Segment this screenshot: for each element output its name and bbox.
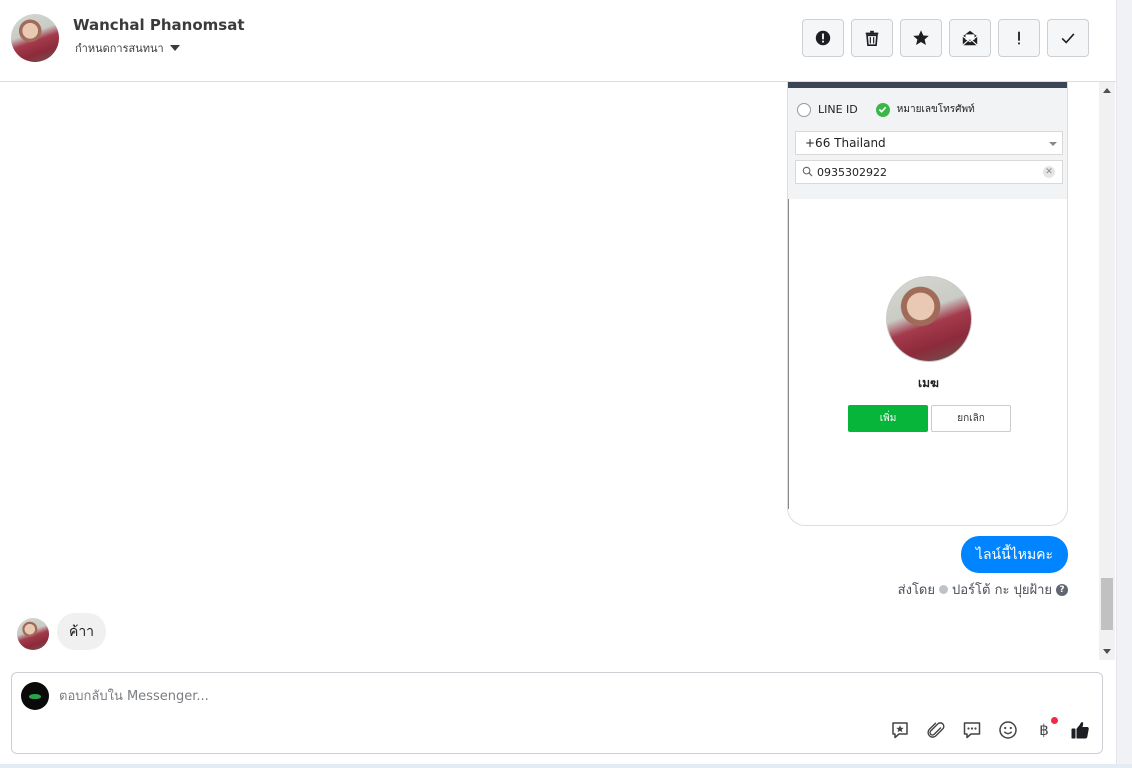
conversation-panel: Wanchal Phanomsat กำหนดการสนทนา LINE ID … <box>0 0 1116 768</box>
found-profile-avatar <box>886 276 972 362</box>
country-select: +66 Thailand <box>795 131 1063 155</box>
chat-bubble-dots-icon <box>963 722 981 739</box>
clear-icon: ✕ <box>1043 166 1055 178</box>
check-icon <box>1061 33 1075 44</box>
contact-avatar[interactable] <box>11 14 59 62</box>
phone-search-field: 0935302922 ✕ <box>795 160 1063 184</box>
sent-by-prefix: ส่งโดย <box>897 583 935 598</box>
window-bottom-edge <box>0 764 1132 768</box>
messenger-inbox: Wanchal Phanomsat กำหนดการสนทนา LINE ID … <box>0 0 1132 768</box>
saved-replies-button[interactable] <box>889 719 911 741</box>
follow-up-button[interactable] <box>998 19 1040 57</box>
line-add-friend-form: LINE ID หมายเลขโทรศัพท์ +66 Thailand 093… <box>788 82 1067 199</box>
scroll-up-arrow-icon[interactable] <box>1103 88 1111 93</box>
country-value: +66 Thailand <box>805 136 886 150</box>
reply-input[interactable] <box>59 686 859 706</box>
caret-down-icon <box>169 45 180 51</box>
incoming-message-bubble[interactable]: ค้าา <box>57 613 106 650</box>
envelope-open-icon <box>962 30 978 46</box>
screenshot-cancel-button: ยกเลิก <box>931 405 1011 432</box>
reply-composer: ฿ <box>11 672 1103 754</box>
shared-screenshot-image[interactable]: LINE ID หมายเลขโทรศัพท์ +66 Thailand 093… <box>787 82 1068 526</box>
star-icon <box>913 30 929 46</box>
thumbs-up-icon <box>1071 722 1089 739</box>
page-logo-icon <box>29 693 41 699</box>
line-id-label: LINE ID <box>818 103 858 116</box>
alert-circle-icon <box>815 30 831 46</box>
screenshot-add-button: เพิ่ม <box>848 405 928 432</box>
found-profile-name: เมฆ <box>918 376 939 390</box>
check-icon <box>879 106 887 113</box>
smiley-icon <box>999 721 1017 739</box>
conversation-settings-dropdown[interactable]: กำหนดการสนทนา <box>75 39 180 57</box>
report-spam-button[interactable] <box>802 19 844 57</box>
mark-done-button[interactable] <box>1047 19 1089 57</box>
sent-by-name[interactable]: ปอร์โต้ กะ ปุยฝ้าย <box>952 579 1052 600</box>
screenshot-top-bar <box>788 82 1067 88</box>
quick-reply-button[interactable] <box>961 719 983 741</box>
star-button[interactable] <box>900 19 942 57</box>
emoji-button[interactable] <box>997 719 1019 741</box>
phone-number-label: หมายเลขโทรศัพท์ <box>896 104 975 115</box>
outgoing-message-bubble[interactable]: ไลน์นี้ไหมคะ <box>961 536 1068 573</box>
attach-file-button[interactable] <box>925 719 947 741</box>
baht-icon: ฿ <box>1039 721 1049 739</box>
phone-radio-checked <box>875 102 890 117</box>
phone-value: 0935302922 <box>817 166 887 179</box>
window-right-edge <box>1116 0 1132 768</box>
line-id-radio <box>797 102 811 117</box>
chat-scrollbar[interactable] <box>1099 82 1115 660</box>
scrollbar-thumb[interactable] <box>1101 578 1113 630</box>
search-icon <box>802 166 813 177</box>
help-icon[interactable]: ? <box>1056 583 1068 596</box>
conversation-settings-label: กำหนดการสนทนา <box>75 42 164 55</box>
dropdown-arrow-icon <box>1049 142 1057 146</box>
search-type-options: LINE ID หมายเลขโทรศัพท์ <box>797 102 975 117</box>
screenshot-edge-line <box>788 199 789 509</box>
page-avatar <box>21 682 49 710</box>
delete-button[interactable] <box>851 19 893 57</box>
like-button[interactable] <box>1069 719 1091 741</box>
conversation-actions <box>802 19 1089 57</box>
scroll-down-arrow-icon[interactable] <box>1103 649 1111 654</box>
page-badge-icon <box>939 585 948 594</box>
sent-by-line: ส่งโดย ปอร์โต้ กะ ปุยฝ้าย ? <box>898 579 1068 600</box>
exclamation-icon <box>1018 31 1020 45</box>
sender-avatar[interactable] <box>17 618 49 650</box>
composer-tools: ฿ <box>889 717 1091 741</box>
message-list[interactable]: LINE ID หมายเลขโทรศัพท์ +66 Thailand 093… <box>0 82 1100 660</box>
paperclip-icon <box>927 722 945 738</box>
star-chat-bubble-icon <box>892 722 908 739</box>
payments-button[interactable]: ฿ <box>1033 717 1058 741</box>
notification-dot <box>1051 717 1058 724</box>
trash-icon <box>865 30 879 47</box>
mark-unread-button[interactable] <box>949 19 991 57</box>
contact-name[interactable]: Wanchal Phanomsat <box>73 16 245 34</box>
conversation-header: Wanchal Phanomsat กำหนดการสนทนา <box>0 0 1116 82</box>
